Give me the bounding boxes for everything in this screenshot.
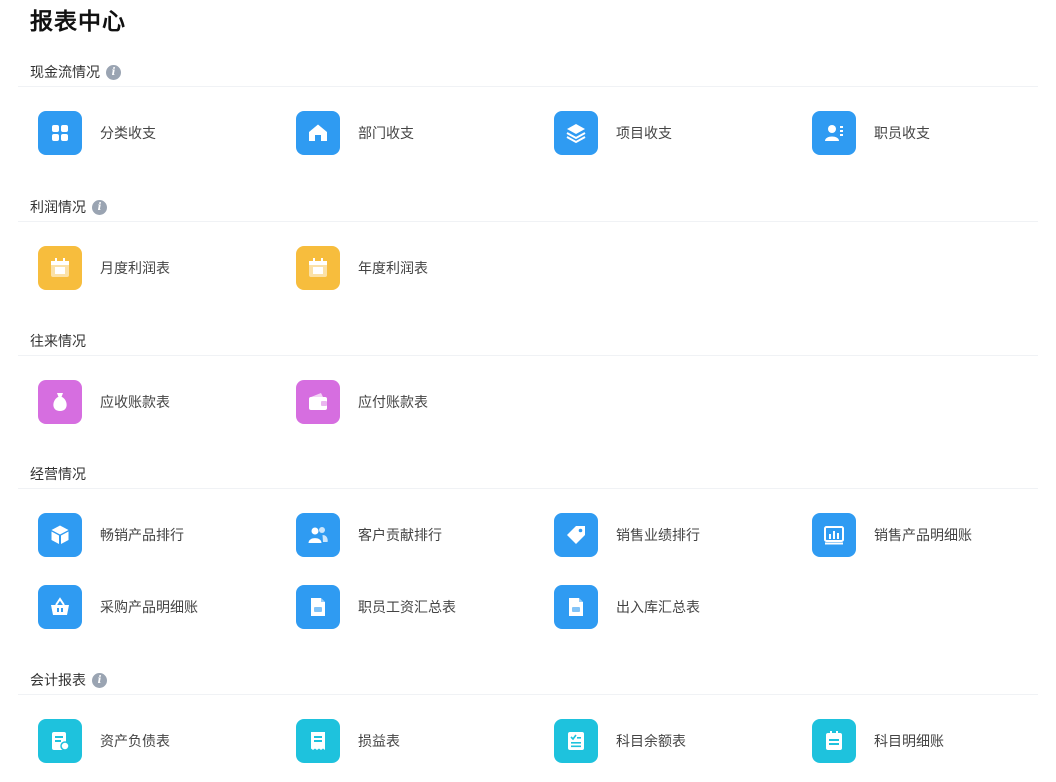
report-item-label: 年度利润表 (358, 261, 428, 277)
report-item-document[interactable]: 职员工资汇总表 (296, 584, 526, 630)
document-icon (554, 585, 598, 629)
tag-icon (554, 513, 598, 557)
section-divider (18, 488, 1038, 489)
calendar-icon (38, 246, 82, 290)
section-title-text: 利润情况 (30, 200, 86, 216)
report-item-tag[interactable]: 销售业绩排行 (554, 512, 784, 558)
report-row: 资产负债表 损益表 科目余额表 科目明细账 (0, 718, 1056, 764)
info-icon[interactable]: i (92, 672, 107, 688)
report-item-layers[interactable]: 项目收支 (554, 110, 784, 156)
report-item-label: 销售业绩排行 (616, 528, 700, 544)
person-card-icon (812, 111, 856, 155)
section-title: 会计报表 i (30, 670, 107, 690)
report-item-label: 项目收支 (616, 126, 672, 142)
section-title-text: 经营情况 (30, 467, 86, 483)
money-bag-icon (38, 380, 82, 424)
bar-chart-icon (812, 513, 856, 557)
receipt-icon (296, 719, 340, 763)
report-item-label: 科目余额表 (616, 734, 686, 750)
report-item-label: 应收账款表 (100, 395, 170, 411)
report-item-list[interactable]: 科目明细账 (812, 718, 1042, 764)
page-title: 报表中心 (30, 9, 126, 35)
report-item-users[interactable]: 客户贡献排行 (296, 512, 526, 558)
section-title-text: 往来情况 (30, 334, 86, 350)
report-item-balance-sheet[interactable]: 资产负债表 (38, 718, 268, 764)
home-icon (296, 111, 340, 155)
grid-icon (38, 111, 82, 155)
section-title: 经营情况 (30, 464, 86, 484)
report-item-label: 客户贡献排行 (358, 528, 442, 544)
report-row: 采购产品明细账 职员工资汇总表 出入库汇总表 (0, 584, 1056, 630)
balance-sheet-icon (38, 719, 82, 763)
report-item-label: 职员收支 (874, 126, 930, 142)
report-item-basket[interactable]: 采购产品明细账 (38, 584, 268, 630)
layers-icon (554, 111, 598, 155)
calendar-icon (296, 246, 340, 290)
document-icon (296, 585, 340, 629)
report-item-bar-chart[interactable]: 销售产品明细账 (812, 512, 1042, 558)
section-title-text: 会计报表 (30, 673, 86, 689)
report-item-label: 出入库汇总表 (616, 600, 700, 616)
report-row: 分类收支 部门收支 项目收支 职员收支 (0, 110, 1056, 156)
report-item-label: 采购产品明细账 (100, 600, 198, 616)
report-item-label: 畅销产品排行 (100, 528, 184, 544)
report-item-label: 损益表 (358, 734, 400, 750)
report-item-ledger[interactable]: 科目余额表 (554, 718, 784, 764)
report-item-label: 资产负债表 (100, 734, 170, 750)
report-item-document[interactable]: 出入库汇总表 (554, 584, 784, 630)
section-title-text: 现金流情况 (30, 65, 100, 81)
report-item-label: 应付账款表 (358, 395, 428, 411)
report-item-wallet[interactable]: 应付账款表 (296, 379, 526, 425)
box-icon (38, 513, 82, 557)
report-item-grid[interactable]: 分类收支 (38, 110, 268, 156)
section-divider (18, 355, 1038, 356)
report-item-person-card[interactable]: 职员收支 (812, 110, 1042, 156)
info-icon[interactable]: i (106, 64, 121, 80)
report-item-label: 销售产品明细账 (874, 528, 972, 544)
basket-icon (38, 585, 82, 629)
report-row: 月度利润表 年度利润表 (0, 245, 1056, 291)
report-item-home[interactable]: 部门收支 (296, 110, 526, 156)
section-title: 现金流情况 i (30, 62, 121, 82)
section-divider (18, 694, 1038, 695)
report-item-label: 分类收支 (100, 126, 156, 142)
report-item-label: 月度利润表 (100, 261, 170, 277)
report-item-box[interactable]: 畅销产品排行 (38, 512, 268, 558)
report-item-label: 部门收支 (358, 126, 414, 142)
report-center-page: 报表中心 现金流情况 i 分类收支 部门收支 项目收支 职员收支利润情况 i 月度利润表 年度利… (0, 0, 1056, 782)
section-divider (18, 221, 1038, 222)
section-divider (18, 86, 1038, 87)
report-item-label: 职员工资汇总表 (358, 600, 456, 616)
section-title: 往来情况 (30, 331, 86, 351)
report-item-calendar[interactable]: 年度利润表 (296, 245, 526, 291)
report-item-money-bag[interactable]: 应收账款表 (38, 379, 268, 425)
section-title: 利润情况 i (30, 197, 107, 217)
ledger-icon (554, 719, 598, 763)
wallet-icon (296, 380, 340, 424)
report-item-receipt[interactable]: 损益表 (296, 718, 526, 764)
list-icon (812, 719, 856, 763)
users-icon (296, 513, 340, 557)
info-icon[interactable]: i (92, 199, 107, 215)
report-item-label: 科目明细账 (874, 734, 944, 750)
report-row: 畅销产品排行 客户贡献排行 销售业绩排行 销售产品明细账 (0, 512, 1056, 558)
report-item-calendar[interactable]: 月度利润表 (38, 245, 268, 291)
report-row: 应收账款表 应付账款表 (0, 379, 1056, 425)
